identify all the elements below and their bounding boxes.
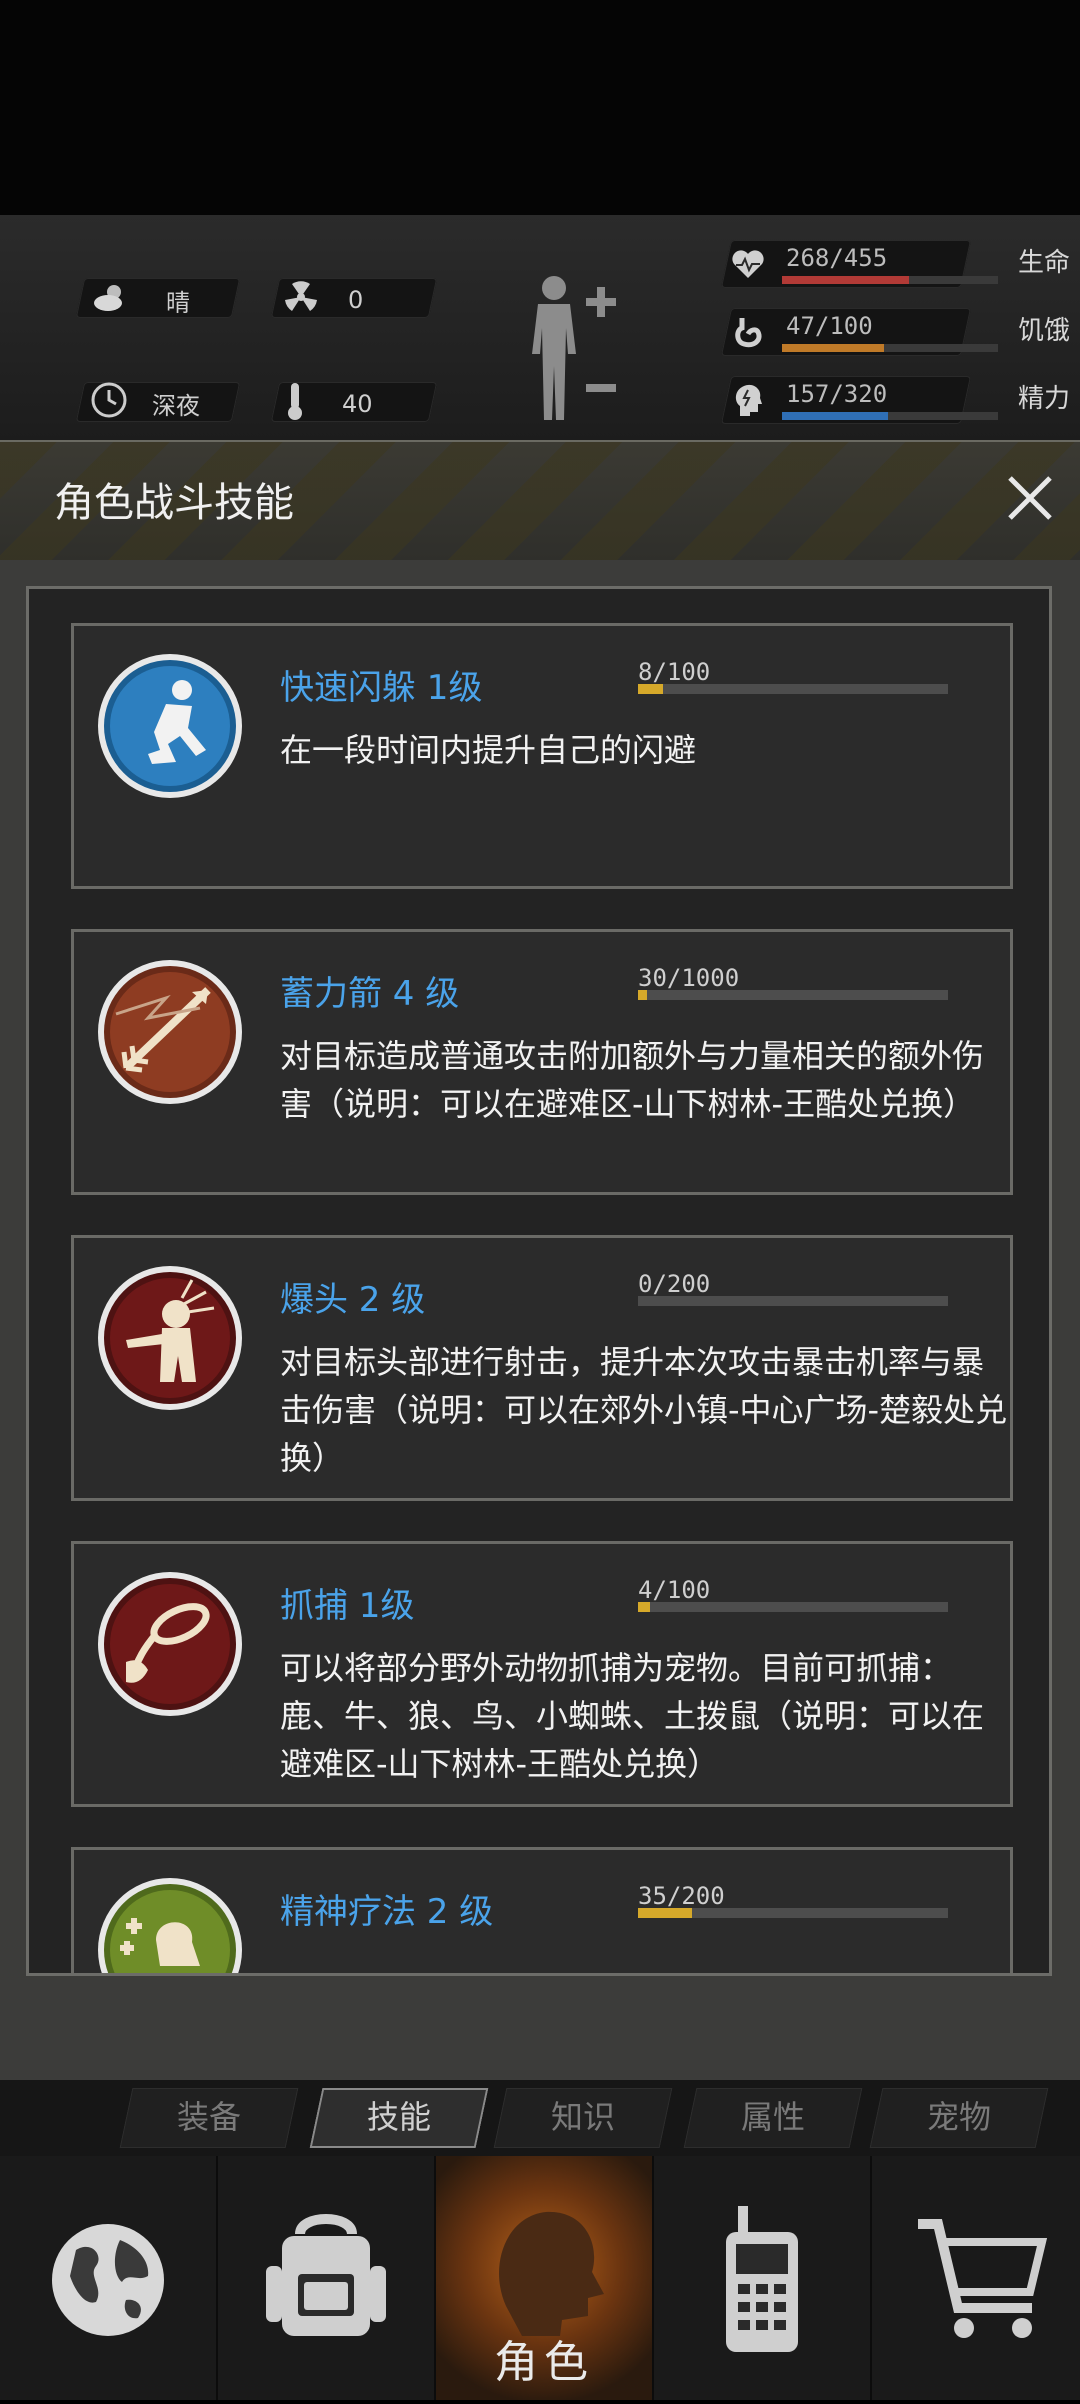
temperature-value: 40 [342,390,373,418]
skills-list[interactable]: 快速闪躲 1级 8/100 在一段时间内提升自己的闪避 蓄力箭 4 级 30/1… [26,586,1052,1976]
energy-bar [782,412,998,420]
nav-shop-button[interactable] [872,2156,1080,2400]
globe-icon [52,2224,164,2336]
skill-description: 可以将部分野外动物抓捕为宠物。目前可抓捕：鹿、牛、狼、鸟、小蜘蛛、土拨鼠（说明：… [280,1649,985,1783]
skill-card[interactable]: 抓捕 1级 4/100 可以将部分野外动物抓捕为宠物。目前可抓捕：鹿、牛、狼、鸟… [71,1541,1013,1807]
close-button[interactable] [1000,468,1060,528]
hp-label: 生命 [1017,248,1070,278]
cloud-sun-icon [90,280,130,320]
time-of-day: 深夜 [152,391,200,420]
skill-progress-text: 30/1000 [638,964,740,992]
category-tabs: 装备 技能 知识 属性 宠物 [0,2080,1080,2156]
clock-icon [90,381,128,425]
heart-icon [730,246,766,282]
tab-label: 装备 [176,2098,241,2136]
top-blank-area [0,0,1080,215]
weather-condition: 晴 [166,288,190,317]
tab-label: 宠物 [926,2098,991,2136]
skill-progress-text: 4/100 [638,1576,711,1604]
skill-description: 在一段时间内提升自己的闪避 [280,731,697,769]
arrow-icon [96,958,244,1106]
skill-progress-text: 35/200 [638,1882,725,1910]
nav-character-label: 角色 [494,2337,594,2388]
skill-progress-text: 0/200 [638,1270,711,1298]
panel-title: 角色战斗技能 [54,480,294,526]
vital-row-hunger: 47/100 饥饿 [730,310,1070,358]
energy-value: 157/320 [786,380,888,408]
tab-label: 技能 [366,2098,431,2136]
dodge-icon [96,652,244,800]
skill-name: 抓捕 1级 [280,1586,415,1626]
hunger-label: 饥饿 [1017,316,1070,346]
skill-name: 爆头 2 级 [280,1280,426,1320]
skill-card[interactable]: 快速闪躲 1级 8/100 在一段时间内提升自己的闪避 [71,623,1013,889]
tab-label: 知识 [550,2098,615,2136]
radiation-status: 0 [284,280,363,320]
brain-icon [730,382,766,418]
cart-icon [918,2219,1048,2338]
backpack-icon [266,2214,386,2336]
skill-progress: 0/200 [638,1270,948,1306]
hunger-value: 47/100 [786,312,873,340]
hp-value: 268/455 [786,244,888,272]
heal-icon [96,1876,244,1973]
skill-description: 对目标头部进行射击，提升本次攻击暴击机率与暴击伤害（说明：可以在郊外小镇-中心广… [280,1343,1008,1477]
skill-name: 快速闪躲 1级 [280,668,483,708]
skill-name: 精神疗法 2 级 [280,1892,494,1932]
skill-card[interactable]: 精神疗法 2 级 35/200 [71,1847,1013,1973]
nav-map-button[interactable] [0,2156,216,2400]
nav-character-button[interactable]: 角色 [436,2156,652,2400]
radiation-icon [284,280,318,320]
nav-backpack-button[interactable] [218,2156,434,2400]
skill-progress: 8/100 [638,658,948,694]
skill-progress-text: 8/100 [638,658,711,686]
temperature-status: 40 [284,381,373,427]
radio-icon [726,2206,798,2352]
radiation-value: 0 [348,286,364,314]
energy-label: 精力 [1017,384,1070,414]
skill-progress: 30/1000 [638,964,948,1000]
body-status-icon[interactable] [520,270,630,430]
hunger-bar [782,344,998,352]
vital-row-energy: 157/320 精力 [730,378,1070,426]
skill-progress: 4/100 [638,1576,948,1612]
skill-name: 蓄力箭 4 级 [280,974,460,1014]
nav-radio-button[interactable] [654,2156,870,2400]
close-icon [1008,476,1052,520]
headshot-icon [96,1264,244,1412]
skill-card[interactable]: 爆头 2 级 0/200 对目标头部进行射击，提升本次攻击暴击机率与暴击伤害（说… [71,1235,1013,1501]
skill-card[interactable]: 蓄力箭 4 级 30/1000 对目标造成普通攻击附加额外与力量相关的额外伤害（… [71,929,1013,1195]
lasso-icon [96,1570,244,1718]
weather-status: 晴 [90,280,190,320]
bottom-nav: 角色 [0,2156,1080,2400]
stomach-icon [730,314,766,350]
thermometer-icon [284,381,306,427]
vital-row-hp: 268/455 生命 [730,242,1070,290]
time-status: 深夜 [90,381,200,425]
hp-bar [782,276,998,284]
skill-description: 对目标造成普通攻击附加额外与力量相关的额外伤害（说明：可以在避难区-山下树林-王… [280,1037,985,1123]
skill-progress: 35/200 [638,1882,948,1918]
tab-label: 属性 [740,2098,805,2136]
